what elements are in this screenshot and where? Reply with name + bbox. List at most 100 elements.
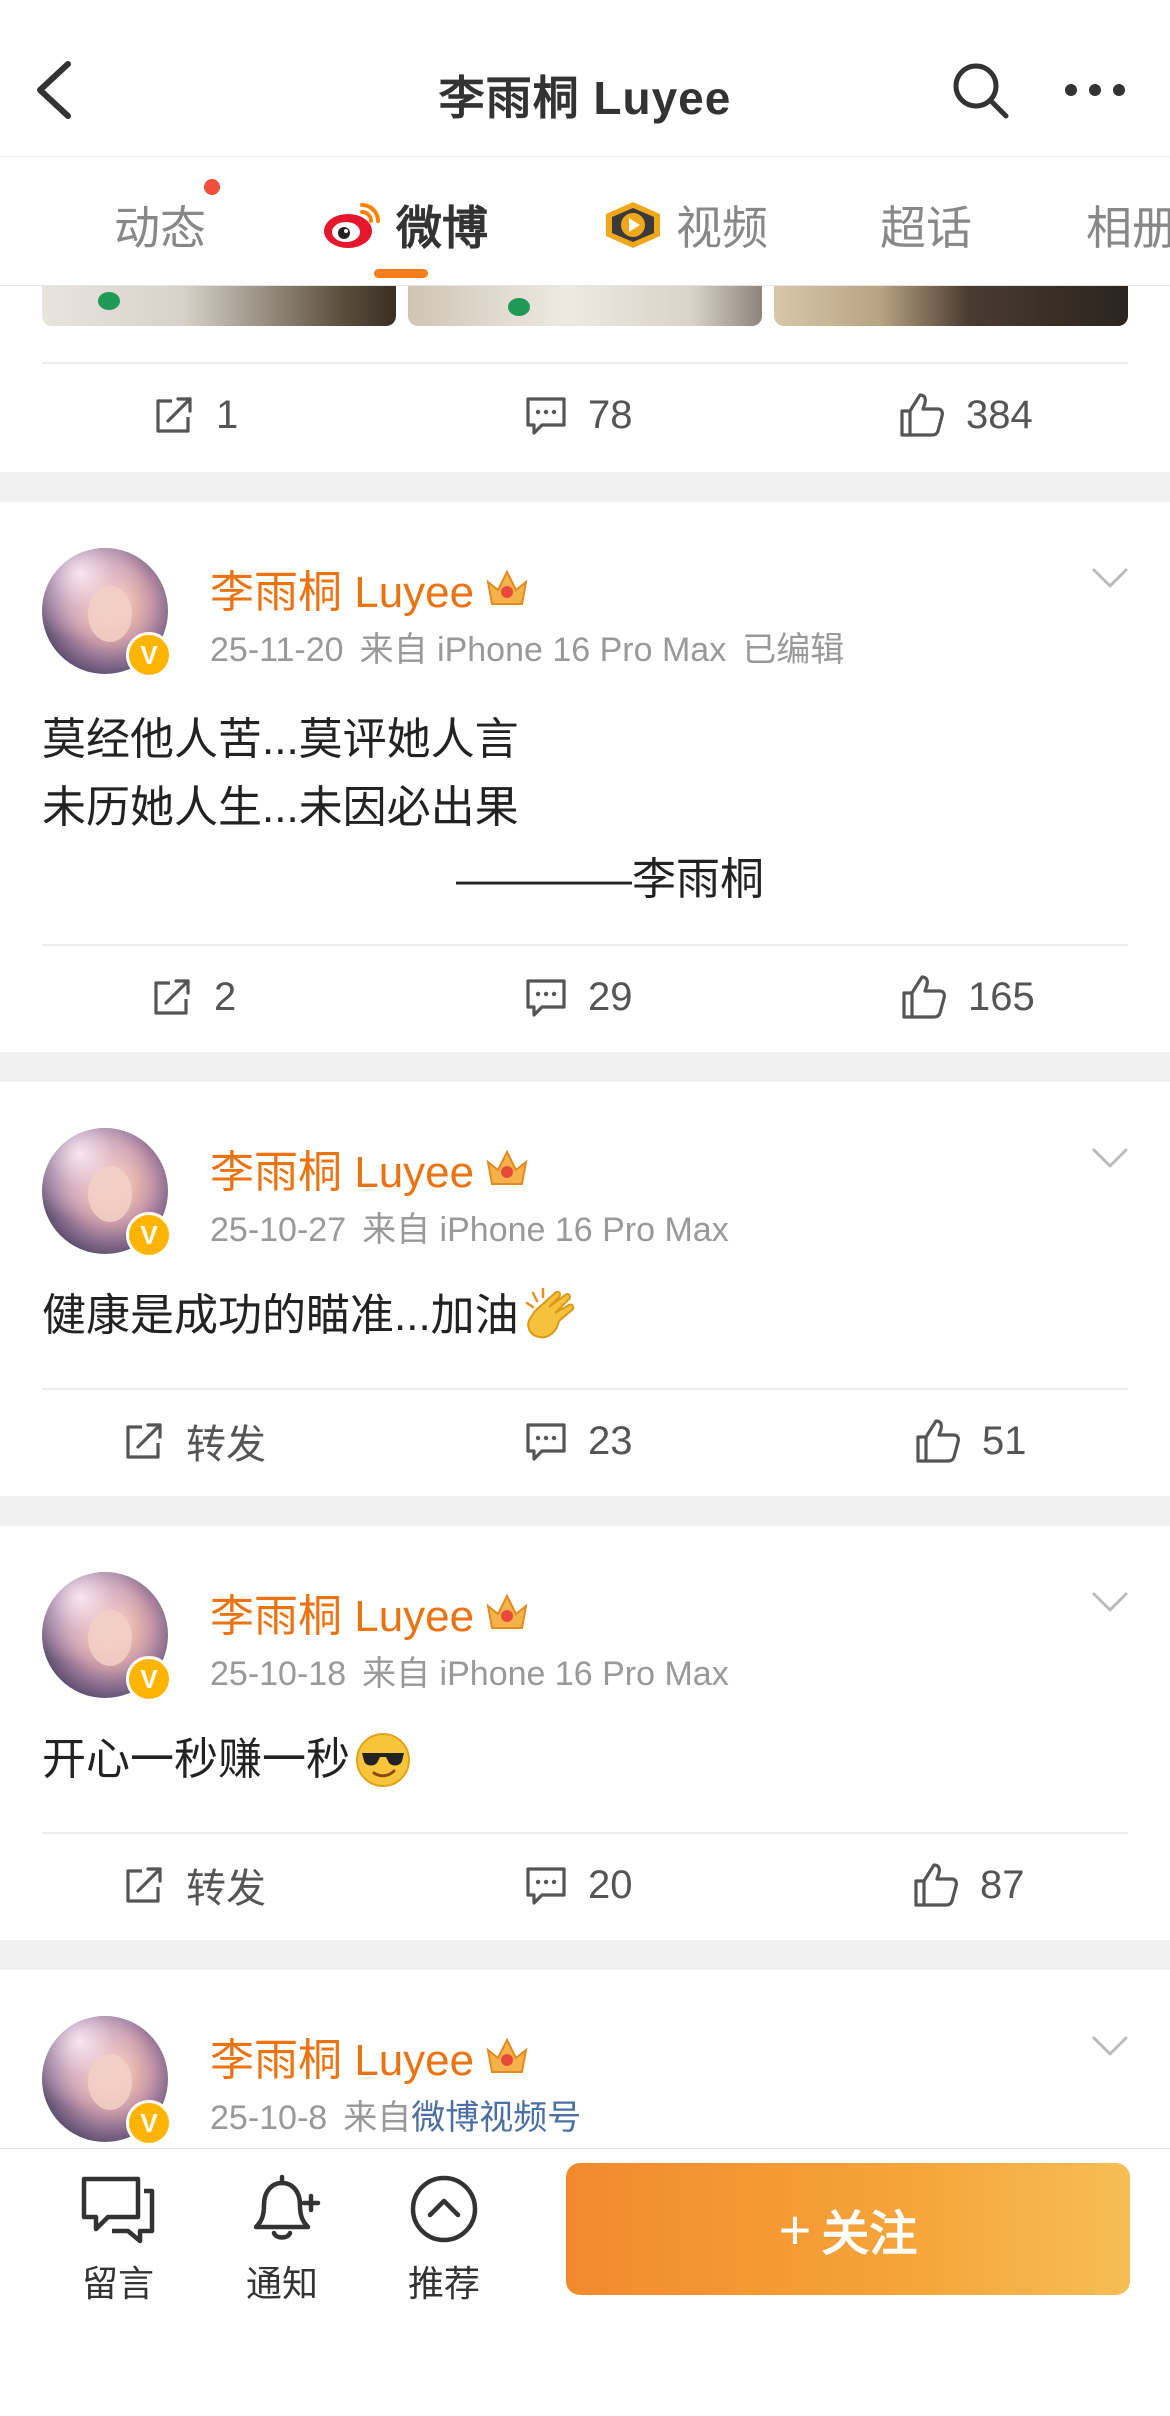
author-name-text: 李雨桐 Luyee: [210, 1592, 475, 1641]
chevron-down-icon[interactable]: [1090, 1146, 1130, 1170]
repost-icon: [126, 1423, 162, 1459]
active-tab-indicator: [374, 269, 428, 278]
thumbs-up-icon: [914, 1863, 958, 1907]
post-meta: 25-10-18 来自 iPhone 16 Pro Max: [210, 1646, 729, 1695]
top-nav-bar: 李雨桐 Luyee: [0, 0, 1170, 157]
message-button[interactable]: 留言: [58, 2173, 178, 2313]
plus-icon: +: [778, 2197, 812, 2261]
notify-label: 通知: [245, 2263, 318, 2304]
verified-badge: V: [126, 1212, 172, 1258]
post-date: 25-10-18: [210, 1655, 347, 1693]
like-count: 87: [980, 1862, 1025, 1907]
search-button[interactable]: [948, 58, 1012, 122]
more-button[interactable]: [1062, 70, 1128, 110]
like-button[interactable]: 384: [898, 370, 1033, 460]
author-name[interactable]: 李雨桐 Luyee: [210, 1580, 530, 1644]
notify-button[interactable]: 通知: [222, 2173, 342, 2313]
like-count: 384: [966, 392, 1033, 437]
like-button[interactable]: 165: [900, 952, 1035, 1042]
post-card[interactable]: V 李雨桐 Luyee 25-10-27 来自 iPhone 16 Pro Max…: [0, 1082, 1170, 1496]
post-text: 健康是成功的瞄准...加油: [42, 1291, 519, 1340]
post-actions: 1 78 384: [0, 370, 1170, 460]
post-meta: 25-10-8 来自微博视频号: [210, 2090, 581, 2139]
divider: [42, 362, 1128, 364]
post-actions: 2 29 165: [0, 952, 1170, 1042]
comment-count: 29: [588, 974, 633, 1019]
video-channel-icon: [606, 202, 660, 248]
image-grid: [42, 286, 1128, 326]
thumbs-up-icon: [900, 393, 944, 437]
divider: [42, 944, 1128, 946]
repost-count: 1: [216, 392, 239, 437]
comment-icon: [526, 979, 566, 1017]
author-name[interactable]: 李雨桐 Luyee: [210, 2024, 530, 2088]
post-signature: ————李雨桐: [456, 855, 764, 904]
post-date: 25-10-27: [210, 1211, 347, 1249]
tab-dongtai[interactable]: 动态: [114, 195, 206, 255]
tab-label: 微博: [396, 202, 488, 254]
verified-badge: V: [126, 632, 172, 678]
like-button[interactable]: 87: [912, 1840, 1025, 1930]
post-actions: 转发 23 51: [0, 1396, 1170, 1486]
tab-chaohua[interactable]: 超话: [880, 195, 972, 255]
author-name[interactable]: 李雨桐 Luyee: [210, 1136, 530, 1200]
comment-icon: [526, 397, 566, 435]
search-icon: [953, 63, 1009, 119]
section-gap: [0, 1496, 1170, 1526]
post-text-line: 开心一秒赚一秒: [42, 1726, 412, 1794]
post-image[interactable]: [774, 286, 1128, 326]
verified-badge: V: [126, 2100, 172, 2146]
comment-count: 20: [588, 1862, 633, 1907]
verified-badge: V: [126, 1656, 172, 1702]
recommend-button[interactable]: 推荐: [384, 2173, 504, 2313]
tab-video[interactable]: 视频: [604, 195, 768, 255]
like-button[interactable]: 51: [914, 1396, 1027, 1486]
repost-button[interactable]: 转发: [122, 1396, 266, 1486]
jade-pendant: [98, 292, 120, 310]
section-gap: [0, 1940, 1170, 1970]
post-text: 开心一秒赚一秒: [42, 1735, 350, 1784]
post-source: 来自 iPhone 16 Pro Max: [362, 1655, 729, 1693]
tab-weibo[interactable]: 微博: [322, 195, 488, 255]
profile-tab-bar: 动态 微博 视频 超话 相册: [0, 157, 1170, 286]
source-link[interactable]: 微博视频号: [411, 2099, 581, 2137]
post-text-line: 未历她人生...未因必出果: [42, 783, 519, 832]
post-card[interactable]: V 李雨桐 Luyee 25-11-20 来自 iPhone 16 Pro Max…: [0, 502, 1170, 1052]
divider: [42, 1388, 1128, 1390]
repost-button[interactable]: 转发: [122, 1840, 266, 1930]
tab-album[interactable]: 相册: [1086, 195, 1170, 255]
repost-button[interactable]: 1: [152, 370, 238, 460]
author-name[interactable]: 李雨桐 Luyee: [210, 556, 530, 620]
section-gap: [0, 472, 1170, 502]
notification-dot: [204, 179, 220, 195]
comment-count: 23: [588, 1418, 633, 1463]
message-icon: [81, 2176, 155, 2244]
chevron-down-icon[interactable]: [1090, 1590, 1130, 1614]
post-image[interactable]: [42, 286, 396, 326]
tab-label: 动态: [114, 202, 206, 254]
post-image[interactable]: [408, 286, 762, 326]
post-card[interactable]: V 李雨桐 Luyee 25-10-18 来自 iPhone 16 Pro Max…: [0, 1526, 1170, 1940]
divider: [42, 1832, 1128, 1834]
tab-label: 超话: [880, 202, 972, 254]
repost-button[interactable]: 2: [150, 952, 236, 1042]
chevron-down-icon[interactable]: [1090, 566, 1130, 590]
comment-button[interactable]: 20: [524, 1840, 633, 1930]
follow-button[interactable]: + 关注: [566, 2163, 1130, 2295]
sunglasses-emoji: [356, 1733, 410, 1787]
comment-button[interactable]: 23: [524, 1396, 633, 1486]
recommend-label: 推荐: [407, 2263, 480, 2304]
weibo-logo-icon: [324, 203, 380, 248]
chevron-down-icon[interactable]: [1090, 2034, 1130, 2058]
comment-icon: [526, 1867, 566, 1905]
thumbs-up-icon: [916, 1419, 960, 1463]
post-card[interactable]: V 李雨桐 Luyee 25-10-8 来自微博视频号: [0, 1970, 1170, 2148]
thumbs-up-icon: [902, 975, 946, 1019]
crown-badge-icon: [486, 569, 528, 605]
bottom-action-bar: 留言 通知 推荐 + 关注: [0, 2148, 1170, 2416]
like-count: 165: [968, 974, 1035, 1019]
comment-button[interactable]: 78: [524, 370, 633, 460]
repost-label: 转发: [186, 1867, 266, 1911]
author-name-text: 李雨桐 Luyee: [210, 1148, 475, 1197]
comment-button[interactable]: 29: [524, 952, 633, 1042]
